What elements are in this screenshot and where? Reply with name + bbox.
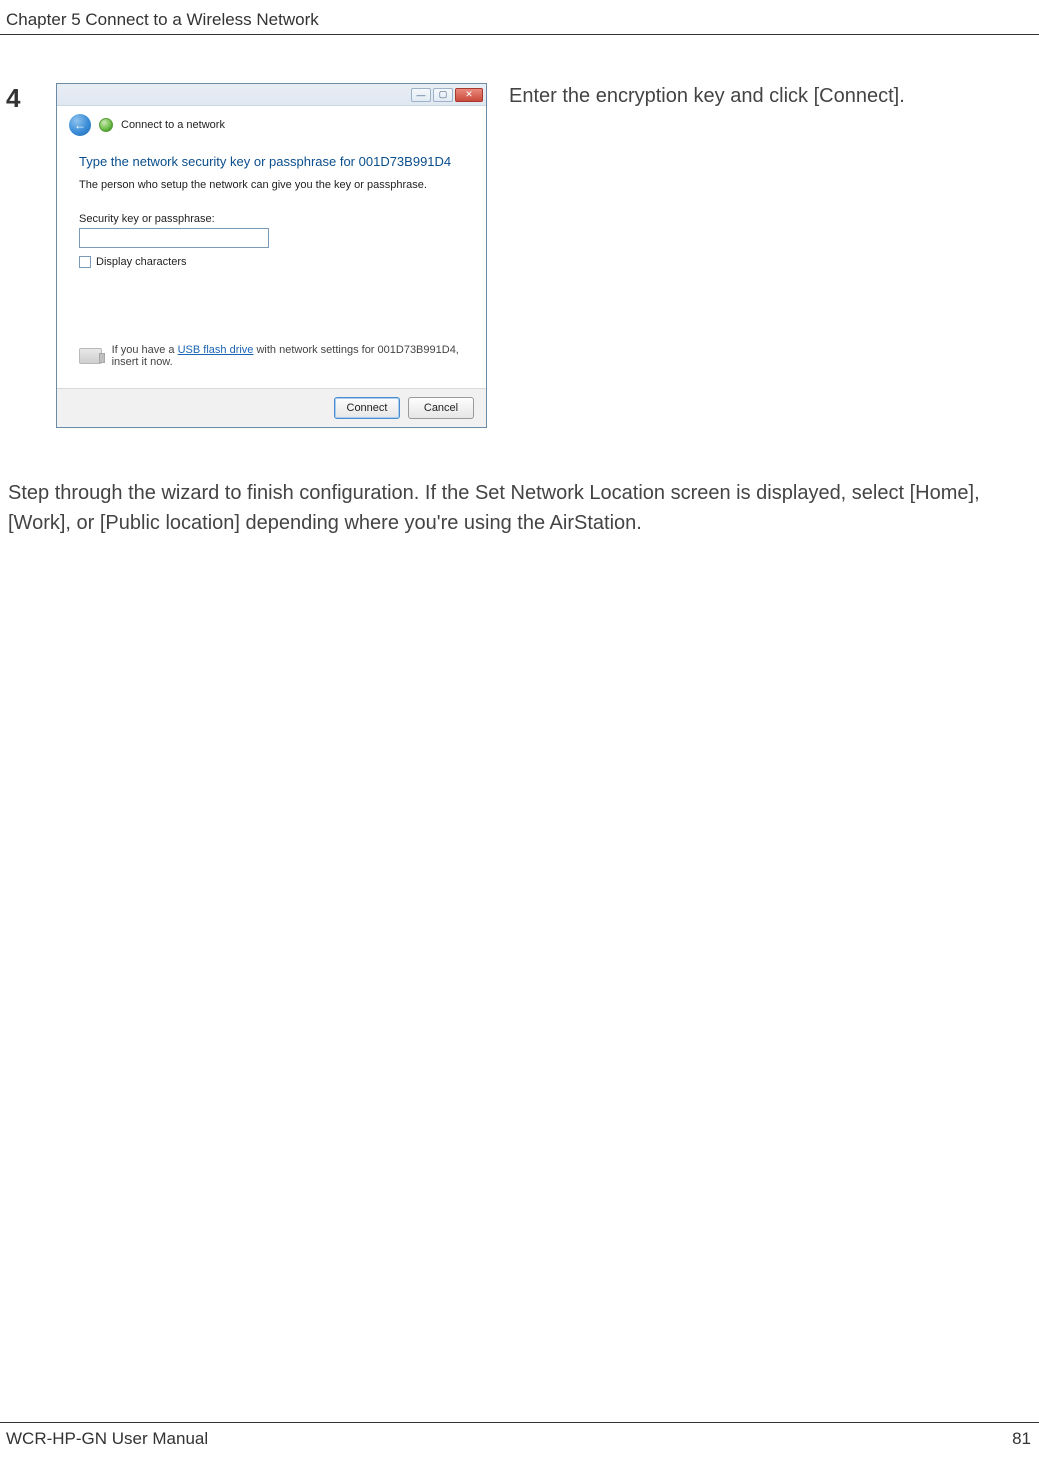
footer-manual-title: WCR-HP-GN User Manual [6,1429,208,1449]
connect-button[interactable]: Connect [334,397,400,419]
step-instruction: Enter the encryption key and click [Conn… [509,83,1033,110]
display-characters-label: Display characters [96,256,186,268]
dialog-body: Type the network security key or passphr… [57,138,486,388]
hint-prefix: If you have a [112,344,178,356]
network-globe-icon [99,118,113,132]
maximize-button[interactable]: ▢ [433,88,453,102]
usb-hint-text: If you have a USB flash drive with netwo… [112,344,464,368]
minimize-button[interactable]: — [411,88,431,102]
dialog-headline: Type the network security key or passphr… [79,154,464,169]
step-number: 4 [6,83,34,111]
dialog-screenshot: — ▢ ✕ ← Connect to a network Type the ne… [56,83,487,428]
footer-page-number: 81 [1012,1429,1031,1449]
step-row: 4 — ▢ ✕ ← Connect to a network Type [6,83,1033,428]
back-icon[interactable]: ← [69,114,91,136]
display-characters-checkbox[interactable] [79,256,91,268]
nav-row: ← Connect to a network [57,106,486,138]
chapter-header: Chapter 5 Connect to a Wireless Network [0,0,1039,34]
security-key-input[interactable] [79,228,269,248]
window-title: Connect to a network [121,119,225,131]
dialog-subtext: The person who setup the network can giv… [79,179,464,191]
display-characters-row[interactable]: Display characters [79,256,464,268]
security-key-label: Security key or passphrase: [79,213,464,225]
usb-flash-drive-link[interactable]: USB flash drive [178,344,254,356]
cancel-button[interactable]: Cancel [408,397,474,419]
close-button[interactable]: ✕ [455,88,483,102]
usb-drive-icon [79,348,102,364]
button-bar: Connect Cancel [57,388,486,427]
window: — ▢ ✕ ← Connect to a network Type the ne… [56,83,487,428]
spacer [79,268,464,340]
titlebar: — ▢ ✕ [57,84,486,106]
usb-hint-row: If you have a USB flash drive with netwo… [79,340,464,382]
followup-text: Step through the wizard to finish config… [6,478,1033,538]
footer: WCR-HP-GN User Manual 81 [0,1422,1039,1449]
